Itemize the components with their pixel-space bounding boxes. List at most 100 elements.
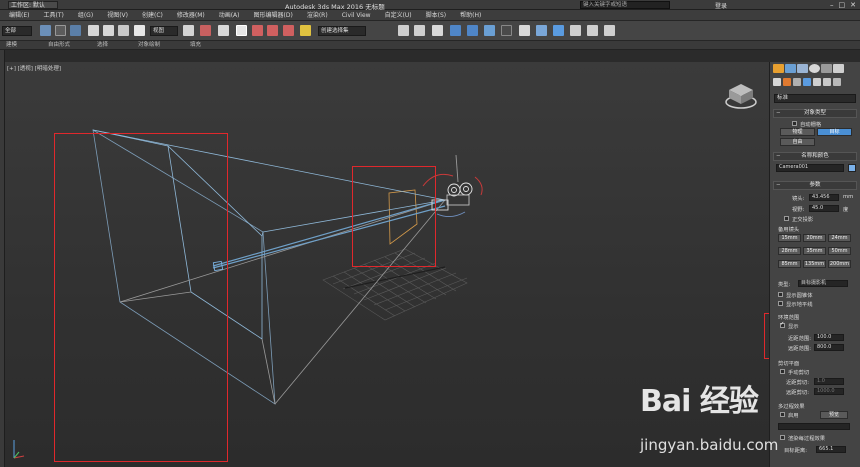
display-tab-icon[interactable] xyxy=(821,64,832,73)
near-range-field[interactable]: 100.0 xyxy=(814,334,844,341)
align-icon[interactable] xyxy=(414,25,425,36)
menu-item-9[interactable]: Civil View xyxy=(335,10,378,20)
helpers-icon[interactable] xyxy=(813,78,821,86)
manual-clip-checkbox[interactable] xyxy=(780,369,785,374)
selection-filter-dropdown[interactable]: 全部 xyxy=(2,26,32,36)
rollout-name-color[interactable]: 名称和颜色 xyxy=(773,152,857,161)
window-crossing-icon[interactable] xyxy=(70,25,81,36)
rollout-object-type[interactable]: 对象类型 xyxy=(773,109,857,118)
toggle-ribbon-icon[interactable] xyxy=(450,25,461,36)
select-move-icon[interactable] xyxy=(88,25,99,36)
curve-editor-icon[interactable] xyxy=(467,25,478,36)
show-cone-checkbox[interactable] xyxy=(778,292,783,297)
minimize-icon[interactable]: – xyxy=(830,1,834,9)
target-distance-field[interactable]: 665.1 xyxy=(816,446,846,453)
stock-lens-button[interactable]: 20mm xyxy=(803,234,826,242)
create-tab-icon[interactable] xyxy=(773,64,784,73)
stock-lens-button[interactable]: 85mm xyxy=(778,260,801,268)
free-camera-button[interactable]: 自由 xyxy=(780,138,815,146)
select-manipulate-icon[interactable] xyxy=(200,25,211,36)
stock-lens-button[interactable]: 135mm xyxy=(803,260,826,268)
target-camera-button[interactable]: 目标 xyxy=(817,128,852,136)
menu-item-4[interactable]: 创建(C) xyxy=(135,10,170,20)
stock-lens-button[interactable]: 24mm xyxy=(828,234,851,242)
login-link[interactable]: 登录 xyxy=(715,1,727,10)
menu-item-2[interactable]: 组(G) xyxy=(71,10,100,20)
place-icon[interactable] xyxy=(134,25,145,36)
physical-camera-button[interactable]: 物理 xyxy=(780,128,815,136)
geometry-icon[interactable] xyxy=(773,78,781,86)
percent-snap-icon[interactable] xyxy=(267,25,278,36)
rollout-parameters[interactable]: 参数 xyxy=(773,181,857,190)
menu-item-7[interactable]: 图形编辑器(D) xyxy=(247,10,300,20)
object-color-swatch[interactable] xyxy=(848,164,856,172)
stock-lens-button[interactable]: 28mm xyxy=(778,247,801,255)
menu-item-3[interactable]: 视图(V) xyxy=(100,10,135,20)
ortho-checkbox[interactable] xyxy=(784,216,789,221)
cameras-icon[interactable] xyxy=(803,78,811,86)
utilities-tab-icon[interactable] xyxy=(833,64,844,73)
show-horizon-checkbox[interactable] xyxy=(778,301,783,306)
object-name-field[interactable]: Camera001 xyxy=(776,164,844,172)
workspace-selector[interactable]: 工作区: 默认 xyxy=(8,1,58,9)
select-object-icon[interactable] xyxy=(40,25,51,36)
mirror-icon[interactable] xyxy=(398,25,409,36)
select-region-icon[interactable] xyxy=(55,25,66,36)
spacewarps-icon[interactable] xyxy=(823,78,831,86)
lens-field[interactable]: 43.456 xyxy=(809,194,839,201)
select-rotate-icon[interactable] xyxy=(103,25,114,36)
stock-lens-button[interactable]: 50mm xyxy=(828,247,851,255)
edit-named-selection-icon[interactable] xyxy=(300,25,311,36)
angle-snap-icon[interactable] xyxy=(252,25,263,36)
menu-item-8[interactable]: 渲染(R) xyxy=(300,10,335,20)
render-setup-icon[interactable] xyxy=(519,25,530,36)
ribbon-tab-selection[interactable]: 选择 xyxy=(97,41,108,50)
shapes-icon[interactable] xyxy=(783,78,791,86)
render-iterative-icon[interactable] xyxy=(570,25,581,36)
layer-explorer-icon[interactable] xyxy=(432,25,443,36)
ribbon-tab-populate[interactable]: 填充 xyxy=(190,41,201,50)
env-show-checkbox[interactable] xyxy=(780,321,785,328)
a360-render-icon[interactable] xyxy=(604,25,615,36)
category-dropdown[interactable]: 标准 xyxy=(774,94,856,103)
fov-field[interactable]: 45.0 xyxy=(809,205,839,212)
motion-tab-icon[interactable] xyxy=(809,64,820,73)
named-selection-dropdown[interactable]: 创建选择集 xyxy=(318,26,366,36)
auto-grid-checkbox[interactable] xyxy=(792,121,797,126)
activeshade-icon[interactable] xyxy=(587,25,598,36)
ribbon-tab-object-paint[interactable]: 对象绘制 xyxy=(138,41,160,50)
spinner-snap-icon[interactable] xyxy=(283,25,294,36)
ribbon-tab-modeling[interactable]: 建模 xyxy=(6,41,17,50)
viewcube-icon[interactable] xyxy=(724,78,758,112)
hierarchy-tab-icon[interactable] xyxy=(797,64,808,73)
search-input[interactable]: 键入关键字或短语 xyxy=(580,1,670,9)
preview-button[interactable]: 预览 xyxy=(820,411,848,419)
menu-item-1[interactable]: 工具(T) xyxy=(36,10,70,20)
pivot-icon[interactable] xyxy=(183,25,194,36)
keyboard-shortcut-icon[interactable] xyxy=(218,25,229,36)
render-production-icon[interactable] xyxy=(553,25,564,36)
menu-item-0[interactable]: 编辑(E) xyxy=(2,10,36,20)
camera-type-dropdown[interactable]: 目标摄影机 xyxy=(798,280,848,287)
snap-toggle-icon[interactable] xyxy=(236,25,247,36)
far-range-field[interactable]: 800.0 xyxy=(814,344,844,351)
select-scale-icon[interactable] xyxy=(118,25,129,36)
close-icon[interactable]: ✕ xyxy=(850,1,856,9)
modify-tab-icon[interactable] xyxy=(785,64,796,73)
ref-coord-dropdown[interactable]: 视图 xyxy=(150,26,178,36)
material-editor-icon[interactable] xyxy=(501,25,512,36)
menu-item-10[interactable]: 自定义(U) xyxy=(378,10,419,20)
menu-item-12[interactable]: 帮助(H) xyxy=(453,10,488,20)
stock-lens-button[interactable]: 200mm xyxy=(828,260,851,268)
rendered-frame-window-icon[interactable] xyxy=(536,25,547,36)
lights-icon[interactable] xyxy=(793,78,801,86)
menu-item-5[interactable]: 修改器(M) xyxy=(170,10,212,20)
schematic-view-icon[interactable] xyxy=(484,25,495,36)
maximize-icon[interactable]: □ xyxy=(839,1,846,9)
menu-item-11[interactable]: 脚本(S) xyxy=(419,10,454,20)
stock-lens-button[interactable]: 35mm xyxy=(803,247,826,255)
systems-icon[interactable] xyxy=(833,78,841,86)
stock-lens-button[interactable]: 15mm xyxy=(778,234,801,242)
menu-item-6[interactable]: 动画(A) xyxy=(212,10,247,20)
ribbon-tab-freeform[interactable]: 自由形式 xyxy=(48,41,70,50)
